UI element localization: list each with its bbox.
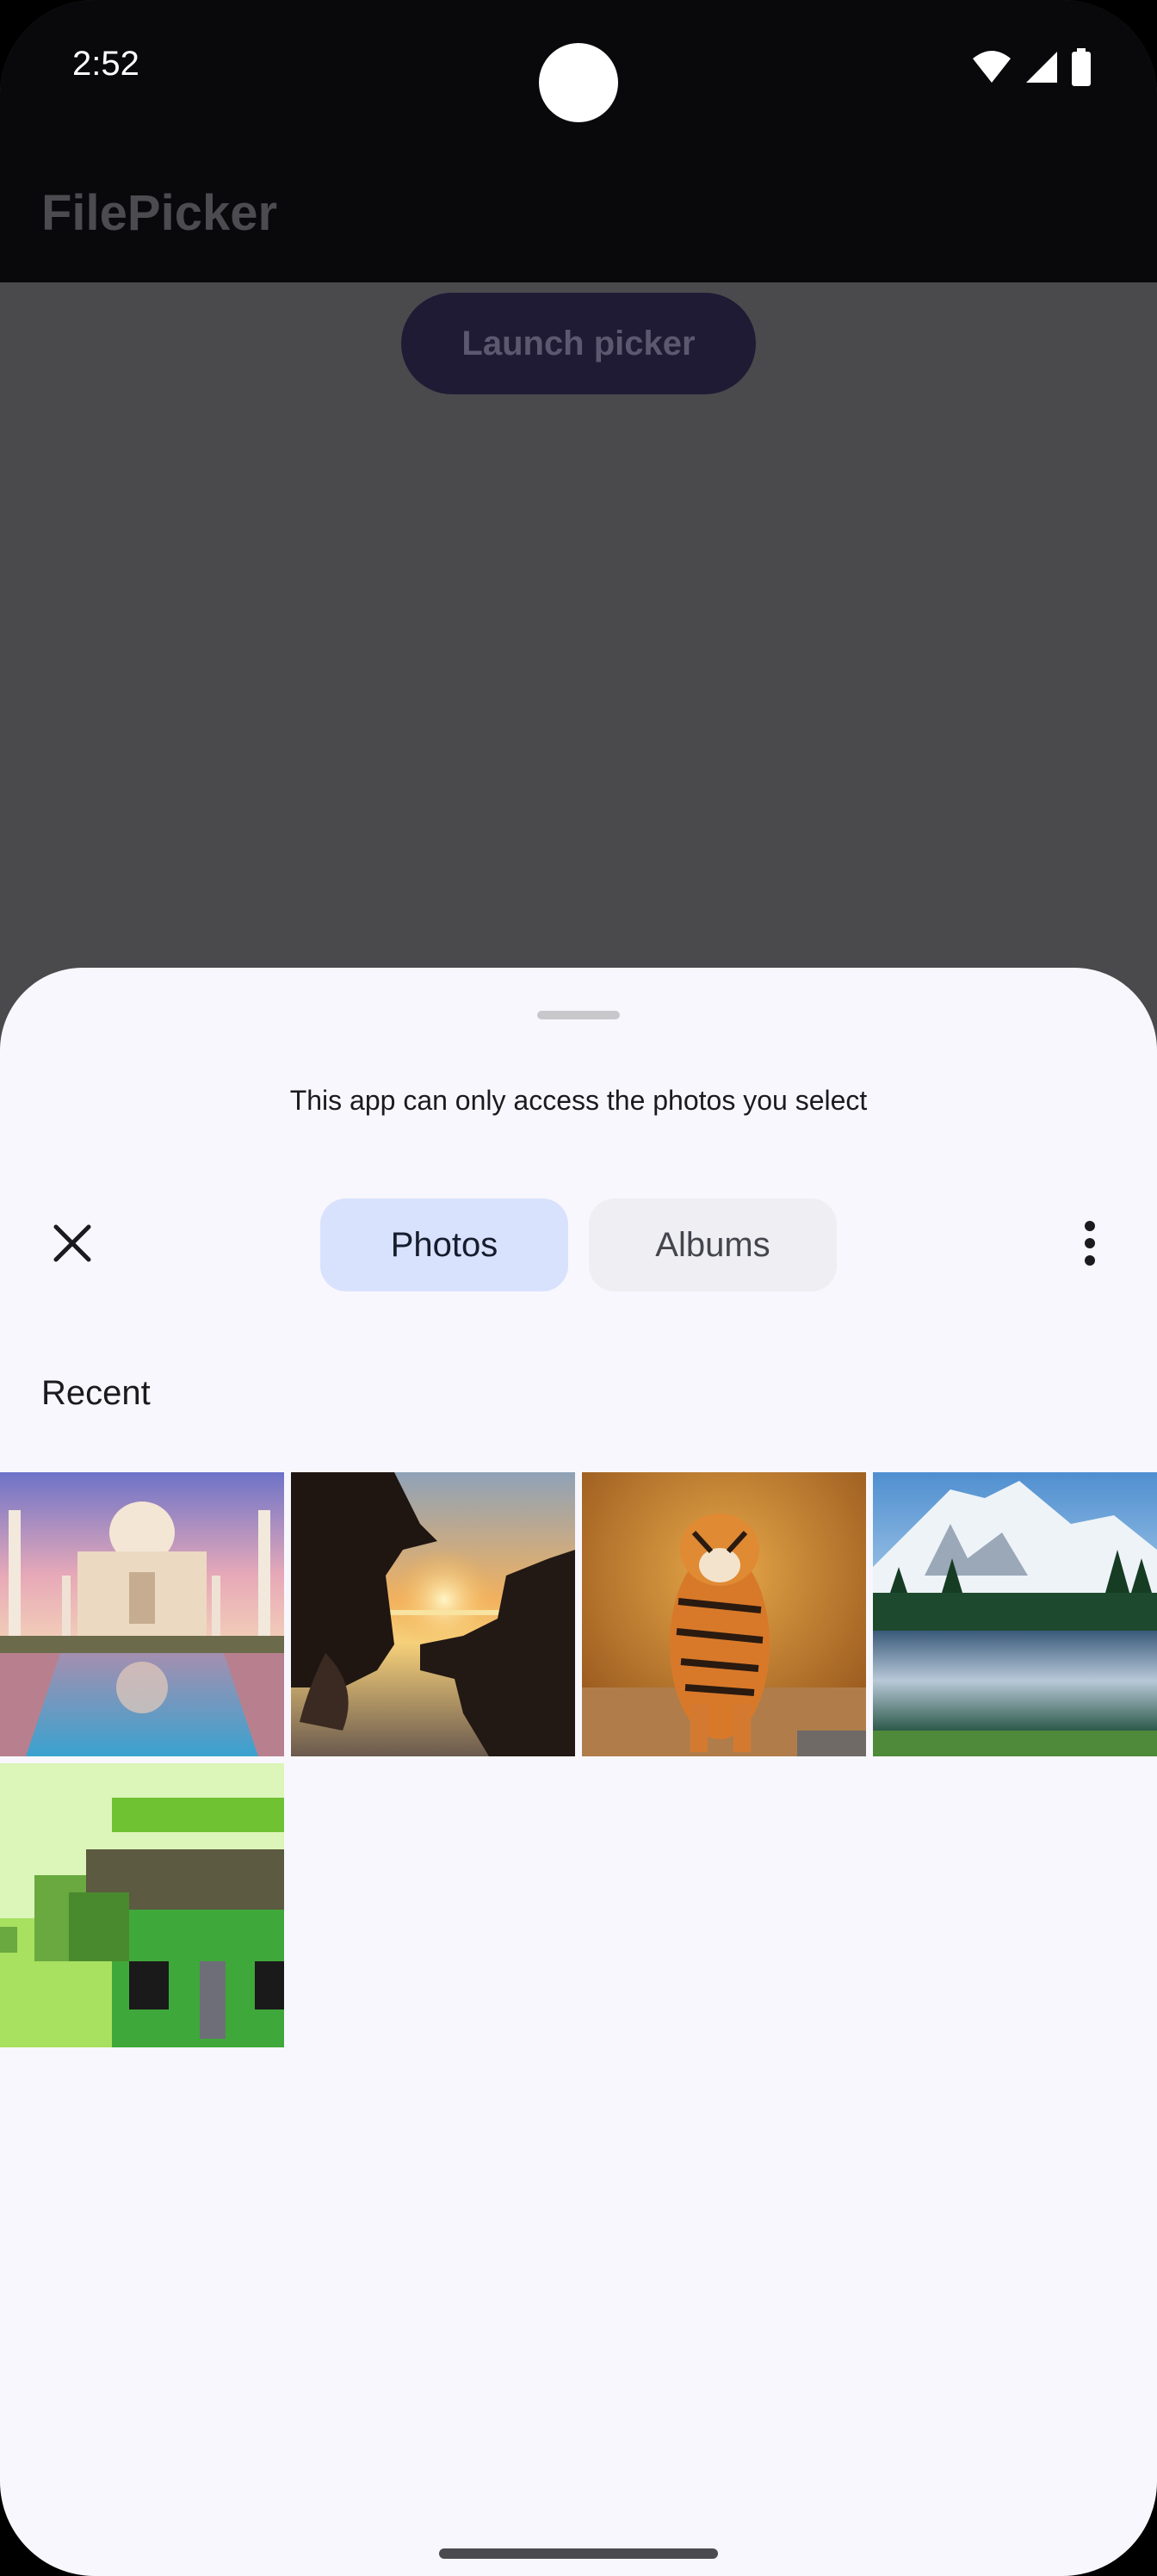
- mountain-lake-image: [873, 1472, 1157, 1756]
- cellular-signal-icon: [1026, 52, 1057, 83]
- photo-thumbnail-tiger[interactable]: [582, 1472, 866, 1756]
- more-options-button[interactable]: [1066, 1209, 1114, 1278]
- access-notice: This app can only access the photos you …: [289, 1085, 868, 1116]
- tiger-image: [582, 1472, 866, 1756]
- pixel-art-image: [0, 1763, 284, 2047]
- status-icons: [971, 48, 1092, 86]
- home-indicator[interactable]: [439, 2548, 718, 2559]
- app-bar: FilePicker: [0, 138, 1157, 282]
- sunset-hands-image: [291, 1472, 575, 1756]
- close-icon: [53, 1224, 91, 1262]
- more-vert-icon: [1085, 1221, 1095, 1266]
- tab-albums[interactable]: Albums: [589, 1198, 837, 1291]
- wifi-icon: [973, 51, 1011, 83]
- taj-mahal-image: [0, 1472, 284, 1756]
- launch-picker-button[interactable]: Launch picker: [401, 293, 756, 394]
- section-title-recent: Recent: [41, 1374, 151, 1412]
- close-button[interactable]: [38, 1209, 107, 1278]
- battery-icon: [1072, 48, 1091, 86]
- screen: 2:52 FilePicker Launch picker This app c…: [0, 0, 1157, 2576]
- status-time: 2:52: [72, 45, 139, 83]
- app-title: FilePicker: [41, 185, 278, 241]
- photo-thumbnail-sunset[interactable]: [291, 1472, 575, 1756]
- status-bar: 2:52: [0, 0, 1157, 138]
- tab-photos[interactable]: Photos: [320, 1198, 568, 1291]
- drag-handle[interactable]: [537, 1011, 620, 1019]
- photo-picker-sheet: This app can only access the photos you …: [0, 968, 1157, 2576]
- photo-thumbnail-taj-mahal[interactable]: [0, 1472, 284, 1756]
- photo-thumbnail-mountain-lake[interactable]: [873, 1472, 1157, 1756]
- photo-thumbnail-pixel-art[interactable]: [0, 1763, 284, 2047]
- front-camera: [539, 43, 618, 122]
